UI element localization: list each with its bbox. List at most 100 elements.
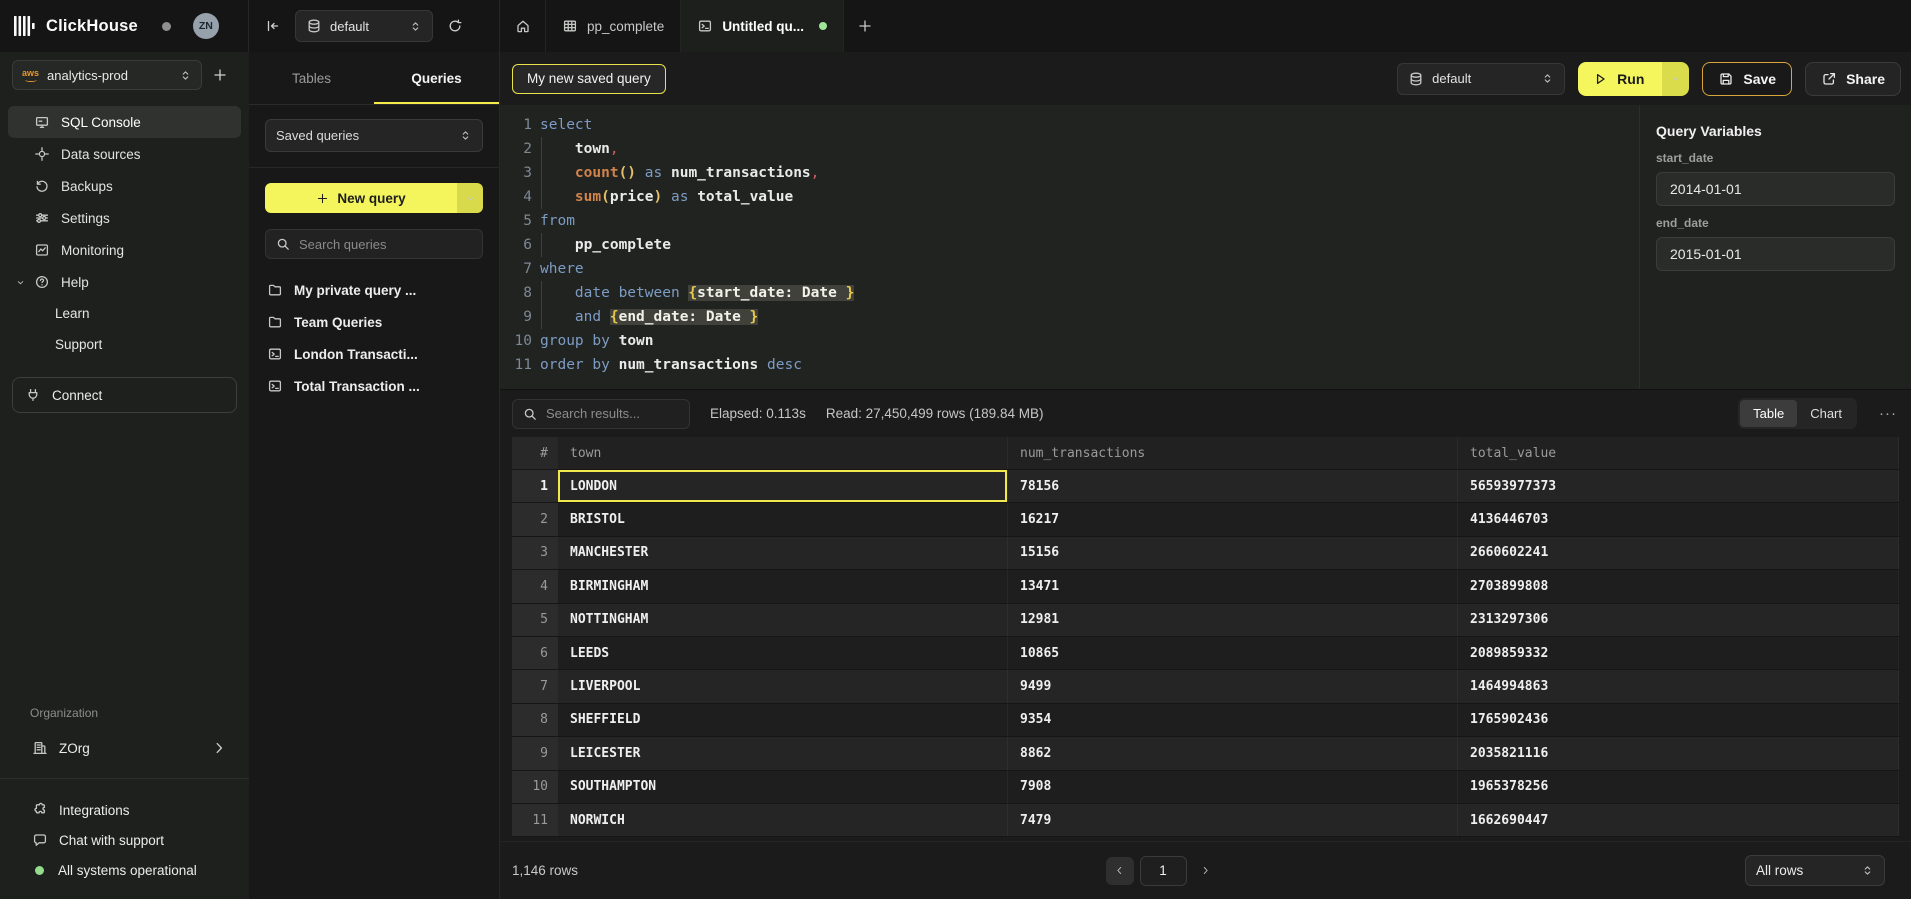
table-cell[interactable]: 2313297306 — [1458, 604, 1899, 636]
table-cell[interactable]: BRISTOL — [558, 503, 1008, 535]
table-cell[interactable]: 2660602241 — [1458, 537, 1899, 569]
new-query-button[interactable]: New query — [265, 183, 483, 213]
row-index[interactable]: 10 — [512, 771, 558, 803]
variable-input-end-date[interactable] — [1656, 237, 1895, 271]
query-search[interactable] — [265, 229, 483, 259]
table-cell[interactable]: 1965378256 — [1458, 771, 1899, 803]
row-index[interactable]: 1 — [512, 470, 558, 502]
tab-untitled-query[interactable]: Untitled qu... — [681, 0, 844, 52]
table-cell[interactable]: NOTTINGHAM — [558, 604, 1008, 636]
sql-code[interactable]: select town, count() as num_transactions… — [532, 113, 1639, 389]
table-cell[interactable]: LEEDS — [558, 637, 1008, 669]
column-header-num-transactions[interactable]: num_transactions — [1008, 437, 1458, 469]
save-button[interactable]: Save — [1702, 62, 1792, 96]
table-cell[interactable]: MANCHESTER — [558, 537, 1008, 569]
page-number[interactable]: 1 — [1140, 856, 1187, 886]
table-cell[interactable]: 8862 — [1008, 737, 1458, 769]
row-index[interactable]: 7 — [512, 670, 558, 702]
more-options-icon[interactable]: ··· — [1879, 405, 1897, 422]
saved-query-team-queries[interactable]: Team Queries — [265, 307, 483, 337]
row-index[interactable]: 11 — [512, 804, 558, 836]
database-selector[interactable]: default — [1397, 63, 1565, 95]
table-cell[interactable]: 2089859332 — [1458, 637, 1899, 669]
saved-query-london-transacti[interactable]: London Transacti... — [265, 339, 483, 369]
table-cell[interactable]: 7908 — [1008, 771, 1458, 803]
new-query-dropdown[interactable] — [457, 183, 483, 213]
page-size-selector[interactable]: All rows — [1745, 855, 1885, 886]
table-cell[interactable]: 4136446703 — [1458, 503, 1899, 535]
tab-pp-complete[interactable]: pp_complete — [546, 0, 681, 52]
sidebar-item-sql-console[interactable]: SQL Console — [8, 106, 241, 138]
avatar[interactable]: ZN — [193, 13, 219, 39]
table-cell[interactable]: 1464994863 — [1458, 670, 1899, 702]
view-table-button[interactable]: Table — [1740, 400, 1797, 427]
query-search-input[interactable] — [299, 237, 473, 252]
view-chart-button[interactable]: Chart — [1797, 400, 1855, 427]
table-cell[interactable]: LEICESTER — [558, 737, 1008, 769]
share-button[interactable]: Share — [1805, 62, 1901, 96]
saved-queries-selector[interactable]: Saved queries — [265, 119, 483, 152]
sidebar-item-backups[interactable]: Backups — [8, 170, 241, 202]
row-index[interactable]: 9 — [512, 737, 558, 769]
table-cell[interactable]: 1765902436 — [1458, 704, 1899, 736]
row-index[interactable]: 6 — [512, 637, 558, 669]
saved-query-tab[interactable]: My new saved query — [512, 64, 666, 94]
sql-editor[interactable]: 1234567891011 select town, count() as nu… — [500, 105, 1639, 389]
connect-button[interactable]: Connect — [12, 377, 237, 413]
table-cell[interactable]: 9354 — [1008, 704, 1458, 736]
table-cell[interactable]: 56593977373 — [1458, 470, 1899, 502]
table-cell[interactable]: 10865 — [1008, 637, 1458, 669]
table-cell[interactable]: BIRMINGHAM — [558, 570, 1008, 602]
row-index[interactable]: 3 — [512, 537, 558, 569]
sidebar-item-settings[interactable]: Settings — [8, 202, 241, 234]
run-button[interactable]: Run — [1578, 62, 1689, 96]
table-cell[interactable]: SOUTHAMPTON — [558, 771, 1008, 803]
results-search[interactable] — [512, 399, 690, 429]
table-cell[interactable]: 15156 — [1008, 537, 1458, 569]
table-cell[interactable]: LIVERPOOL — [558, 670, 1008, 702]
tab-tables[interactable]: Tables — [249, 52, 374, 104]
sidebar-subitem-learn[interactable]: Learn — [8, 298, 241, 329]
sidebar-item-all-systems-operational[interactable]: All systems operational — [8, 855, 241, 885]
table-cell[interactable]: SHEFFIELD — [558, 704, 1008, 736]
sidebar-item-help[interactable]: Help — [8, 266, 241, 298]
table-cell[interactable]: 7479 — [1008, 804, 1458, 836]
table-cell[interactable]: 1662690447 — [1458, 804, 1899, 836]
saved-query-my-private-query[interactable]: My private query ... — [265, 275, 483, 305]
table-cell[interactable]: 2703899808 — [1458, 570, 1899, 602]
table-cell[interactable]: LONDON — [558, 470, 1008, 502]
variable-input-start-date[interactable] — [1656, 172, 1895, 206]
back-icon[interactable] — [265, 18, 281, 34]
sidebar-subitem-support[interactable]: Support — [8, 329, 241, 360]
row-index[interactable]: 5 — [512, 604, 558, 636]
row-index[interactable]: 8 — [512, 704, 558, 736]
sidebar-item-monitoring[interactable]: Monitoring — [8, 234, 241, 266]
sidebar-item-data-sources[interactable]: Data sources — [8, 138, 241, 170]
saved-query-total-transaction[interactable]: Total Transaction ... — [265, 371, 483, 401]
table-cell[interactable]: 2035821116 — [1458, 737, 1899, 769]
tab-home[interactable] — [500, 0, 546, 52]
row-index[interactable]: 2 — [512, 503, 558, 535]
run-options-dropdown[interactable] — [1662, 62, 1689, 96]
service-switcher[interactable]: aws analytics-prod — [12, 60, 202, 90]
column-header-town[interactable]: town — [558, 437, 1008, 469]
service-selector[interactable]: default — [295, 10, 433, 42]
table-cell[interactable]: 9499 — [1008, 670, 1458, 702]
table-cell[interactable]: 12981 — [1008, 604, 1458, 636]
table-cell[interactable]: NORWICH — [558, 804, 1008, 836]
next-page-button[interactable] — [1193, 857, 1219, 885]
table-cell[interactable]: 78156 — [1008, 470, 1458, 502]
organization-item[interactable]: ZOrg — [8, 732, 241, 764]
prev-page-button[interactable] — [1106, 857, 1134, 885]
column-header-index[interactable]: # — [512, 437, 558, 469]
results-search-input[interactable] — [546, 406, 680, 421]
row-index[interactable]: 4 — [512, 570, 558, 602]
add-service-button[interactable] — [212, 67, 228, 83]
sidebar-item-chat-with-support[interactable]: Chat with support — [8, 825, 241, 855]
column-header-total-value[interactable]: total_value — [1458, 437, 1899, 469]
sidebar-item-integrations[interactable]: Integrations — [8, 795, 241, 825]
refresh-icon[interactable] — [447, 18, 463, 34]
table-cell[interactable]: 13471 — [1008, 570, 1458, 602]
new-tab-button[interactable] — [844, 0, 886, 52]
tab-queries[interactable]: Queries — [374, 52, 499, 104]
